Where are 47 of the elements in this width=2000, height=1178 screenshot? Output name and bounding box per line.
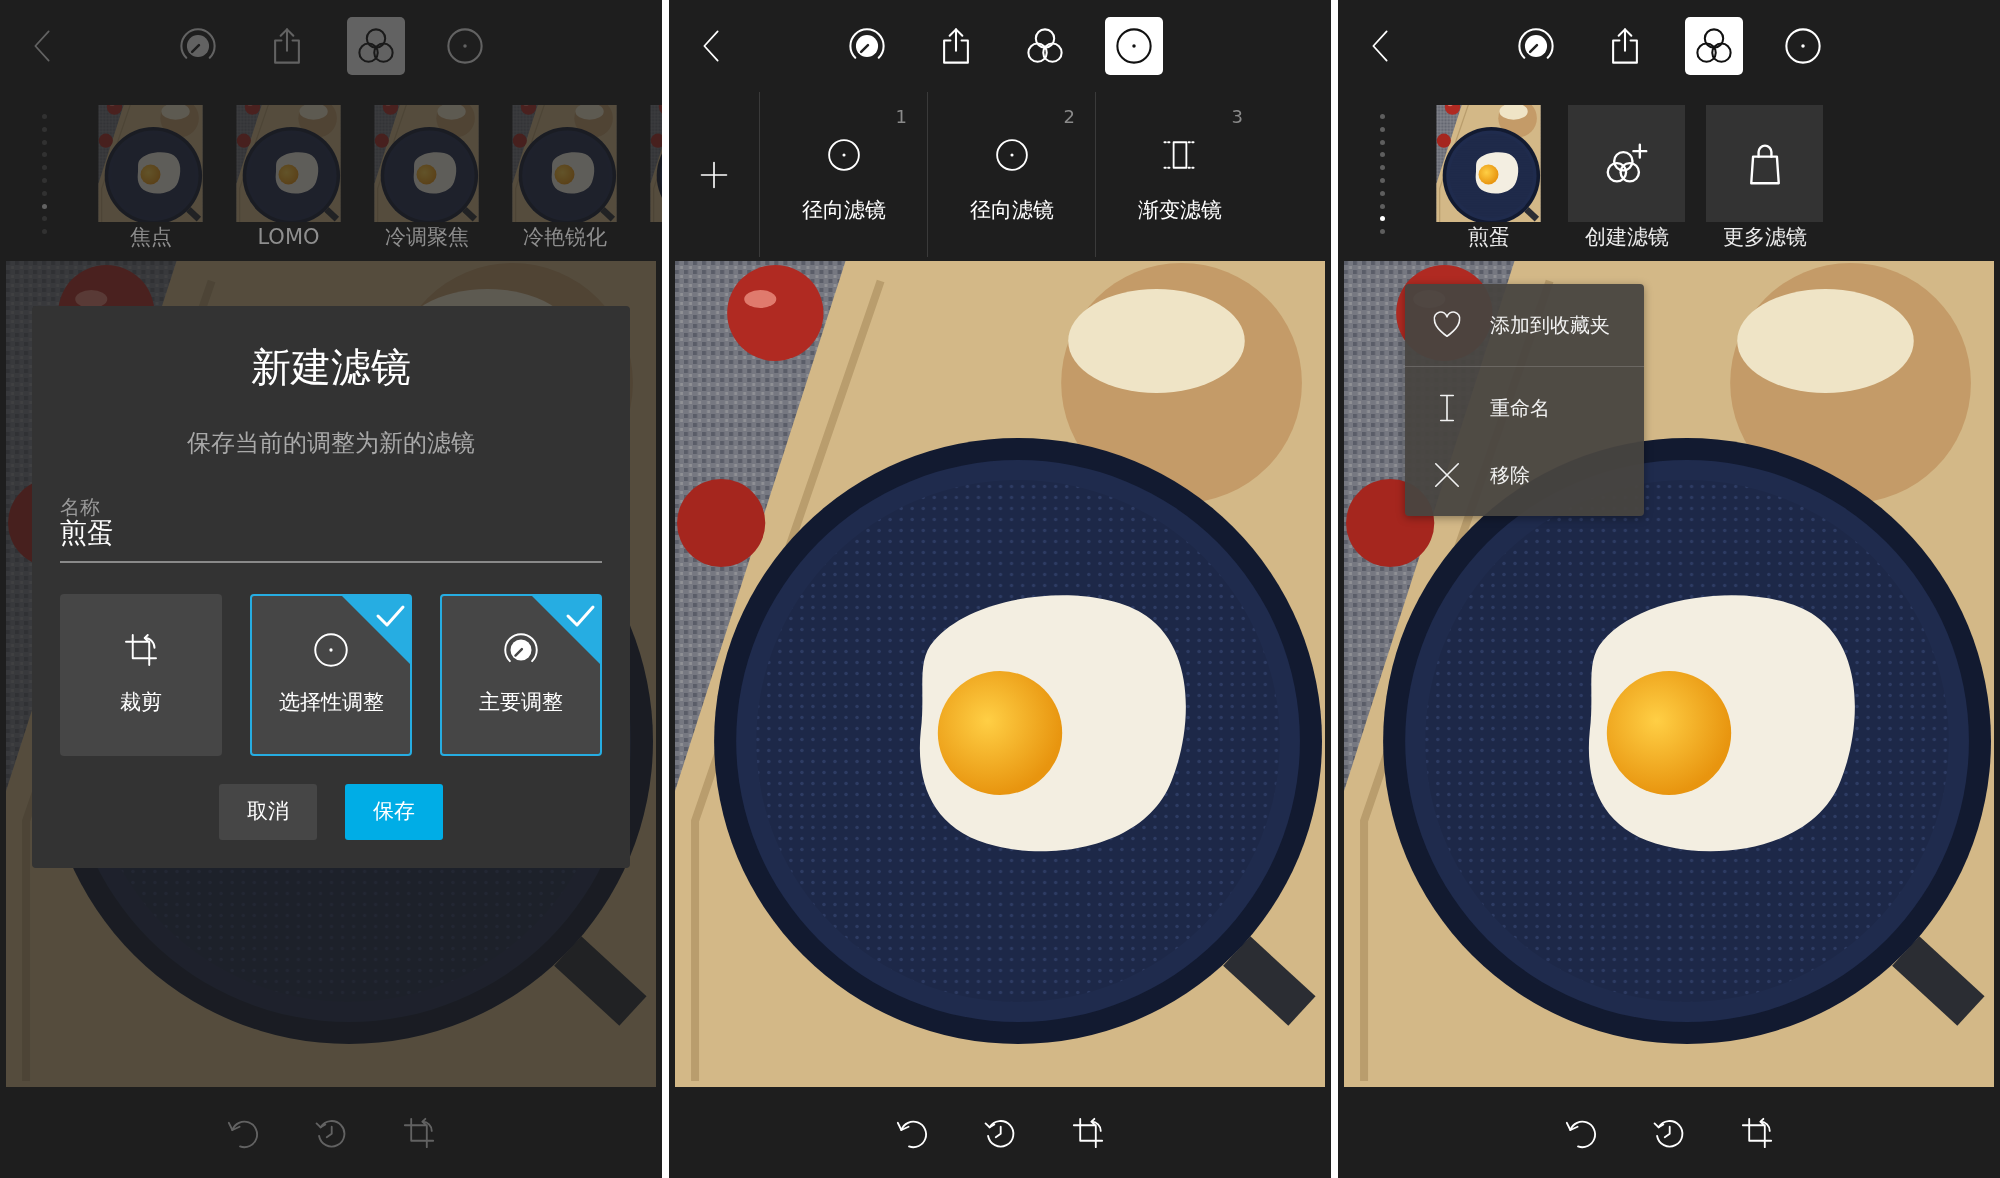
menu-item[interactable]: 添加到收藏夹 [1405, 291, 1644, 358]
target-icon[interactable] [826, 138, 861, 172]
filter-name: 焦点 [129, 224, 172, 250]
dotted-rectangle-icon[interactable] [1162, 138, 1197, 172]
new-filter-tile[interactable] [1568, 105, 1685, 222]
filter-name: 冷艳锐化 [522, 224, 607, 250]
toolbar-button[interactable] [1685, 17, 1743, 75]
filter-name: 更多滤镜 [1722, 224, 1807, 250]
crop-rotate-icon [123, 632, 159, 668]
target-icon [446, 27, 484, 65]
cancel-button[interactable]: 取消 [219, 784, 317, 840]
store-tile[interactable] [1706, 105, 1823, 222]
circles-plus-icon [1604, 141, 1649, 186]
back-icon[interactable] [1372, 30, 1388, 62]
target-icon [1115, 27, 1153, 65]
checkmark-icon [532, 596, 600, 664]
layer-name: 径向滤镜 [969, 197, 1054, 223]
layer-number: 1 [895, 105, 907, 129]
option-toggle[interactable]: 裁剪 [60, 594, 222, 756]
filter-name: LOMO [257, 224, 320, 250]
toolbar-button[interactable] [1105, 17, 1163, 75]
option-toggle[interactable]: 主要调整 [440, 594, 602, 756]
crop-rotate-icon[interactable] [1071, 1115, 1105, 1150]
layer-number: 3 [1231, 105, 1243, 129]
filter-name: 冷调聚焦 [384, 224, 469, 250]
target-icon[interactable] [994, 138, 1029, 172]
overlapping-circles-icon [1026, 27, 1064, 65]
heart-icon [1432, 309, 1462, 340]
plus-icon[interactable] [699, 159, 729, 190]
dialog-subtitle: 保存当前的调整为新的滤镜 [186, 428, 476, 459]
menu-item[interactable]: 重命名 [1405, 374, 1644, 441]
target-icon [1784, 27, 1822, 65]
filter-name: 创建滤镜 [1584, 224, 1669, 250]
menu-item[interactable]: 移除 [1405, 441, 1644, 508]
name-field[interactable]: 名称 煎蛋 [60, 496, 602, 563]
layer-number: 2 [1063, 105, 1075, 129]
dialog-title: 新建滤镜 [250, 343, 412, 391]
layer-name: 渐变滤镜 [1137, 197, 1222, 223]
overlapping-circles-icon [357, 27, 395, 65]
layer-name: 径向滤镜 [801, 197, 886, 223]
filter-name: 煎蛋 [1467, 224, 1510, 250]
overlapping-circles-icon [1695, 27, 1733, 65]
checkmark-icon [342, 596, 410, 664]
back-icon[interactable] [703, 30, 719, 62]
crop-rotate-icon[interactable] [1740, 1115, 1774, 1150]
option-toggle[interactable]: 选择性调整 [250, 594, 412, 756]
target-icon [313, 632, 349, 668]
